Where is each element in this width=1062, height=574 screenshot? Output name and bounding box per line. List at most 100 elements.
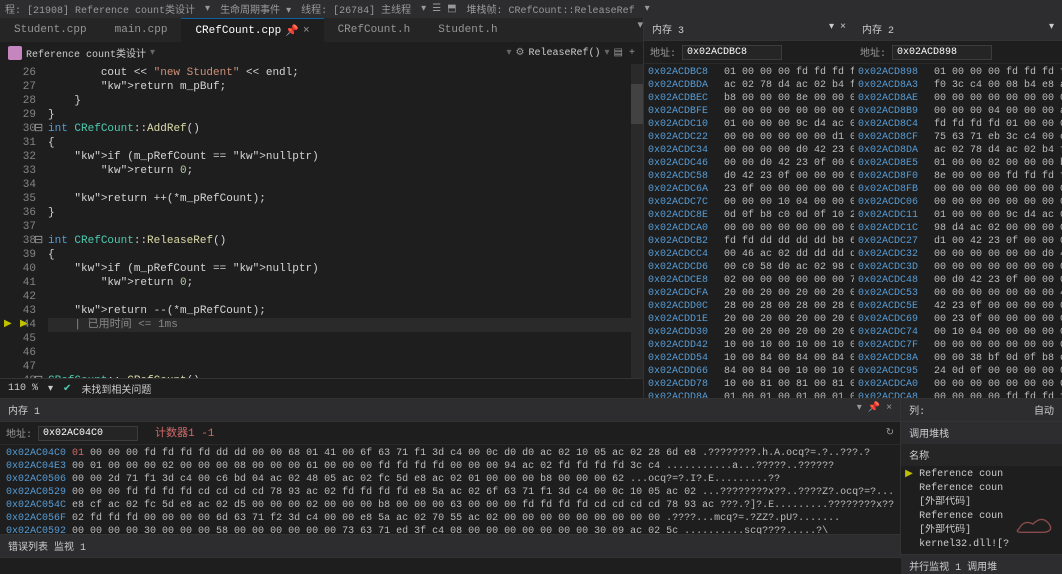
scrollbar-vertical[interactable]	[631, 64, 643, 378]
code-editor[interactable]: 2627282930313233343536373839404142434445…	[0, 64, 643, 378]
code-line[interactable]: "kw">return 0;	[48, 276, 643, 290]
memory-row: 0x02ACD8F08e 00 00 00 fd fd fd fd b8 c6	[858, 170, 1058, 183]
code-line[interactable]: "kw">return m_pBuf;	[48, 80, 643, 94]
callstack-row[interactable]: ▶Reference coun	[905, 468, 1058, 482]
code-line[interactable]: ⊟int CRefCount::AddRef()	[48, 122, 643, 136]
code-line[interactable]: "kw">if (m_pRefCount == "kw">nullptr)	[48, 150, 643, 164]
addr-label: 地址:	[6, 425, 32, 441]
pin-icon[interactable]: 📌	[285, 24, 299, 38]
auto-label[interactable]: 自动	[1034, 402, 1054, 418]
tab-crefcount-cpp[interactable]: CRefCount.cpp📌×	[181, 18, 323, 42]
memory-row: 0x02ACDCA000 00 00 00 00 00 00 00 00 00	[858, 378, 1058, 391]
scroll-thumb[interactable]	[631, 84, 643, 124]
file-tabs: Student.cpp main.cpp CRefCount.cpp📌× CRe…	[0, 18, 643, 42]
code-line[interactable]	[48, 346, 643, 360]
refresh-icon[interactable]: ↻	[886, 427, 894, 439]
code-line[interactable]	[48, 360, 643, 374]
split-icon[interactable]: ▤ +	[614, 47, 635, 59]
panel-menu-icon[interactable]: ▾	[1049, 21, 1054, 37]
code-line[interactable]	[48, 178, 643, 192]
memory-row: 0x02ACDC8E0d 0f b8 c0 0d 0f 10 24 0d 0f …	[648, 209, 850, 222]
memory-panel-3: 内存 3▾ × 地址: 0x02ACDBC801 00 00 00 fd fd …	[644, 18, 854, 398]
code-line[interactable]: }	[48, 206, 643, 220]
tab-student-cpp[interactable]: Student.cpp	[0, 18, 101, 42]
life-events[interactable]: 生命周期事件 ▾	[220, 1, 291, 17]
breadcrumb: Reference count类设计 ▾ ▾ ⚙ ReleaseRef() ▾ …	[0, 42, 643, 64]
memory-row: 0x02ACDC5E42 23 0f 00 00 00 00 00 00 00	[858, 300, 1058, 313]
annotation-counter: 计数器1 -1	[155, 424, 214, 440]
mem2-address-input[interactable]	[892, 45, 992, 60]
top-info-bar: 程: [21908] Reference count类设计 ▾ 生命周期事件 ▾…	[0, 0, 1062, 18]
check-icon: ✔	[63, 383, 71, 395]
code-line[interactable]: "kw">return ++(*m_pRefCount);	[48, 192, 643, 206]
code-line[interactable]: {	[48, 248, 643, 262]
code-line[interactable]: cout << "new Student" << endl;	[48, 66, 643, 80]
code-line[interactable]: }	[48, 108, 643, 122]
memory-row: 0x02ACDC1101 00 00 00 9c d4 ac 02 00 00 …	[858, 209, 1058, 222]
memory-row: 0x02ACDC7C00 00 00 10 04 00 00 00 00 00 …	[648, 196, 850, 209]
tab-crefcount-h[interactable]: CRefCount.h	[324, 18, 425, 42]
code-line[interactable]: ⊟CRefCount::~CRefCount()	[48, 374, 643, 378]
mem3-address-input[interactable]	[682, 45, 782, 60]
addr-label: 地址:	[650, 44, 676, 60]
callstack-row[interactable]: [外部代码]	[905, 496, 1058, 510]
memory-row: 0x02AC04C0 01 00 00 00 fd fd fd fd dd dd…	[6, 447, 894, 460]
code-line[interactable]	[48, 220, 643, 234]
callstack-col-name: 名称	[909, 452, 929, 463]
code-line[interactable]	[48, 290, 643, 304]
code-line[interactable]: "kw">return --(*m_pRefCount);	[48, 304, 643, 318]
callstack-row[interactable]: Reference coun	[905, 482, 1058, 496]
right-bottom-tabs[interactable]: 并行监视 1 调用堆	[909, 558, 997, 574]
memory-row: 0x02ACD8C4fd fd fd fd 01 00 00 00 fd fd …	[858, 118, 1058, 131]
tab-student-h[interactable]: Student.h	[424, 18, 511, 42]
memory-row: 0x02ACDC8A00 00 38 bf 0d 0f b8 c0 0d 0f …	[858, 352, 1058, 365]
memory-row: 0x02ACD8CF75 63 71 eb 3c c4 00 c0 08 df …	[858, 131, 1058, 144]
breadcrumb-project[interactable]: Reference count类设计	[26, 45, 146, 61]
thread-label: 线程: [26784] 主线程	[301, 1, 411, 17]
memory-row: 0x02ACDCD600 c0 58 d0 ac 02 98 d3 ac 02 …	[648, 261, 850, 274]
addr-label: 地址:	[860, 44, 886, 60]
memory-row: 0x02ACDD6684 00 84 00 10 00 10 00 10 00 …	[648, 365, 850, 378]
project-icon	[8, 46, 22, 60]
memory-row: 0x02ACDC5300 00 00 00 00 00 00 42 23 0f	[858, 287, 1058, 300]
panel-menu-icon[interactable]: ▾ ×	[829, 21, 846, 37]
code-line[interactable]: "kw">return 0;	[48, 164, 643, 178]
code-line[interactable]: {	[48, 136, 643, 150]
bottom-tabs[interactable]: 错误列表 监视 1	[8, 538, 86, 554]
memory-row: 0x02AC0506 00 00 2d 71 f1 3d c4 00 c6 bd…	[6, 473, 894, 486]
memory-row: 0x02AC056F 02 fd fd fd 00 00 00 00 6d 63…	[6, 512, 894, 525]
memory-row: 0x02ACDC9524 0d 0f 00 00 00 00 00 00 00	[858, 365, 1058, 378]
memory-row: 0x02AC04E3 00 01 00 00 00 02 00 00 00 08…	[6, 460, 894, 473]
auto-panel-header: 列: 自动	[901, 399, 1062, 422]
memory-row: 0x02ACDC1001 00 00 00 9c d4 ac 02 00 00 …	[648, 118, 850, 131]
zoom-level[interactable]: 110 %	[8, 383, 38, 394]
memory-row: 0x02ACDC6900 23 0f 00 00 00 00 00 00 00	[858, 313, 1058, 326]
callstack-row[interactable]: kernel32.dll![?	[905, 538, 1058, 552]
memory-row: 0x02ACD8FB00 00 00 00 00 00 00 00 00 00	[858, 183, 1058, 196]
memory-row: 0x02ACDCC400 46 ac 02 dd dd dd dd dd dd …	[648, 248, 850, 261]
memory-row: 0x02ACDBECb8 00 00 00 8e 00 00 00 fd fd …	[648, 92, 850, 105]
process-label: 程: [21908] Reference count类设计	[5, 1, 195, 17]
pin-icon[interactable]: ▾ 📌 ×	[857, 402, 892, 418]
memory-row: 0x02ACDC58d0 42 23 0f 00 00 00 00 00 00 …	[648, 170, 850, 183]
memory-row: 0x02ACDD0C28 00 28 00 28 00 28 00 28 00 …	[648, 300, 850, 313]
code-line[interactable]: ▶▶ | 已用时间 <= 1ms	[48, 318, 643, 332]
status-message: 未找到相关问题	[81, 381, 151, 397]
memory-row: 0x02ACDCE802 00 00 00 00 00 00 74 00 00 …	[648, 274, 850, 287]
mem2-title: 内存 2	[862, 21, 894, 37]
code-line[interactable]: "kw">if (m_pRefCount == "kw">nullptr)	[48, 262, 643, 276]
memory-row: 0x02ACDC0600 00 00 00 00 00 00 00 00 00	[858, 196, 1058, 209]
editor-status-bar: 110 % ▾ ✔ 未找到相关问题	[0, 378, 643, 398]
watermark-logo	[1010, 509, 1056, 539]
editor-pane: Student.cpp main.cpp CRefCount.cpp📌× CRe…	[0, 18, 644, 398]
memory-row: 0x02ACDCFA20 00 20 00 20 00 20 00 20 00 …	[648, 287, 850, 300]
breadcrumb-method[interactable]: ReleaseRef()	[529, 48, 601, 59]
code-line[interactable]: }	[48, 94, 643, 108]
close-icon[interactable]: ×	[303, 25, 310, 37]
dropdown-icon[interactable]: ▾	[637, 18, 643, 42]
code-line[interactable]: ⊟int CRefCount::ReleaseRef()	[48, 234, 643, 248]
tab-main-cpp[interactable]: main.cpp	[101, 18, 182, 42]
memory-row: 0x02ACDC3400 00 00 00 d0 42 23 0f 00 00 …	[648, 144, 850, 157]
mem1-address-input[interactable]	[38, 426, 138, 441]
code-line[interactable]	[48, 332, 643, 346]
